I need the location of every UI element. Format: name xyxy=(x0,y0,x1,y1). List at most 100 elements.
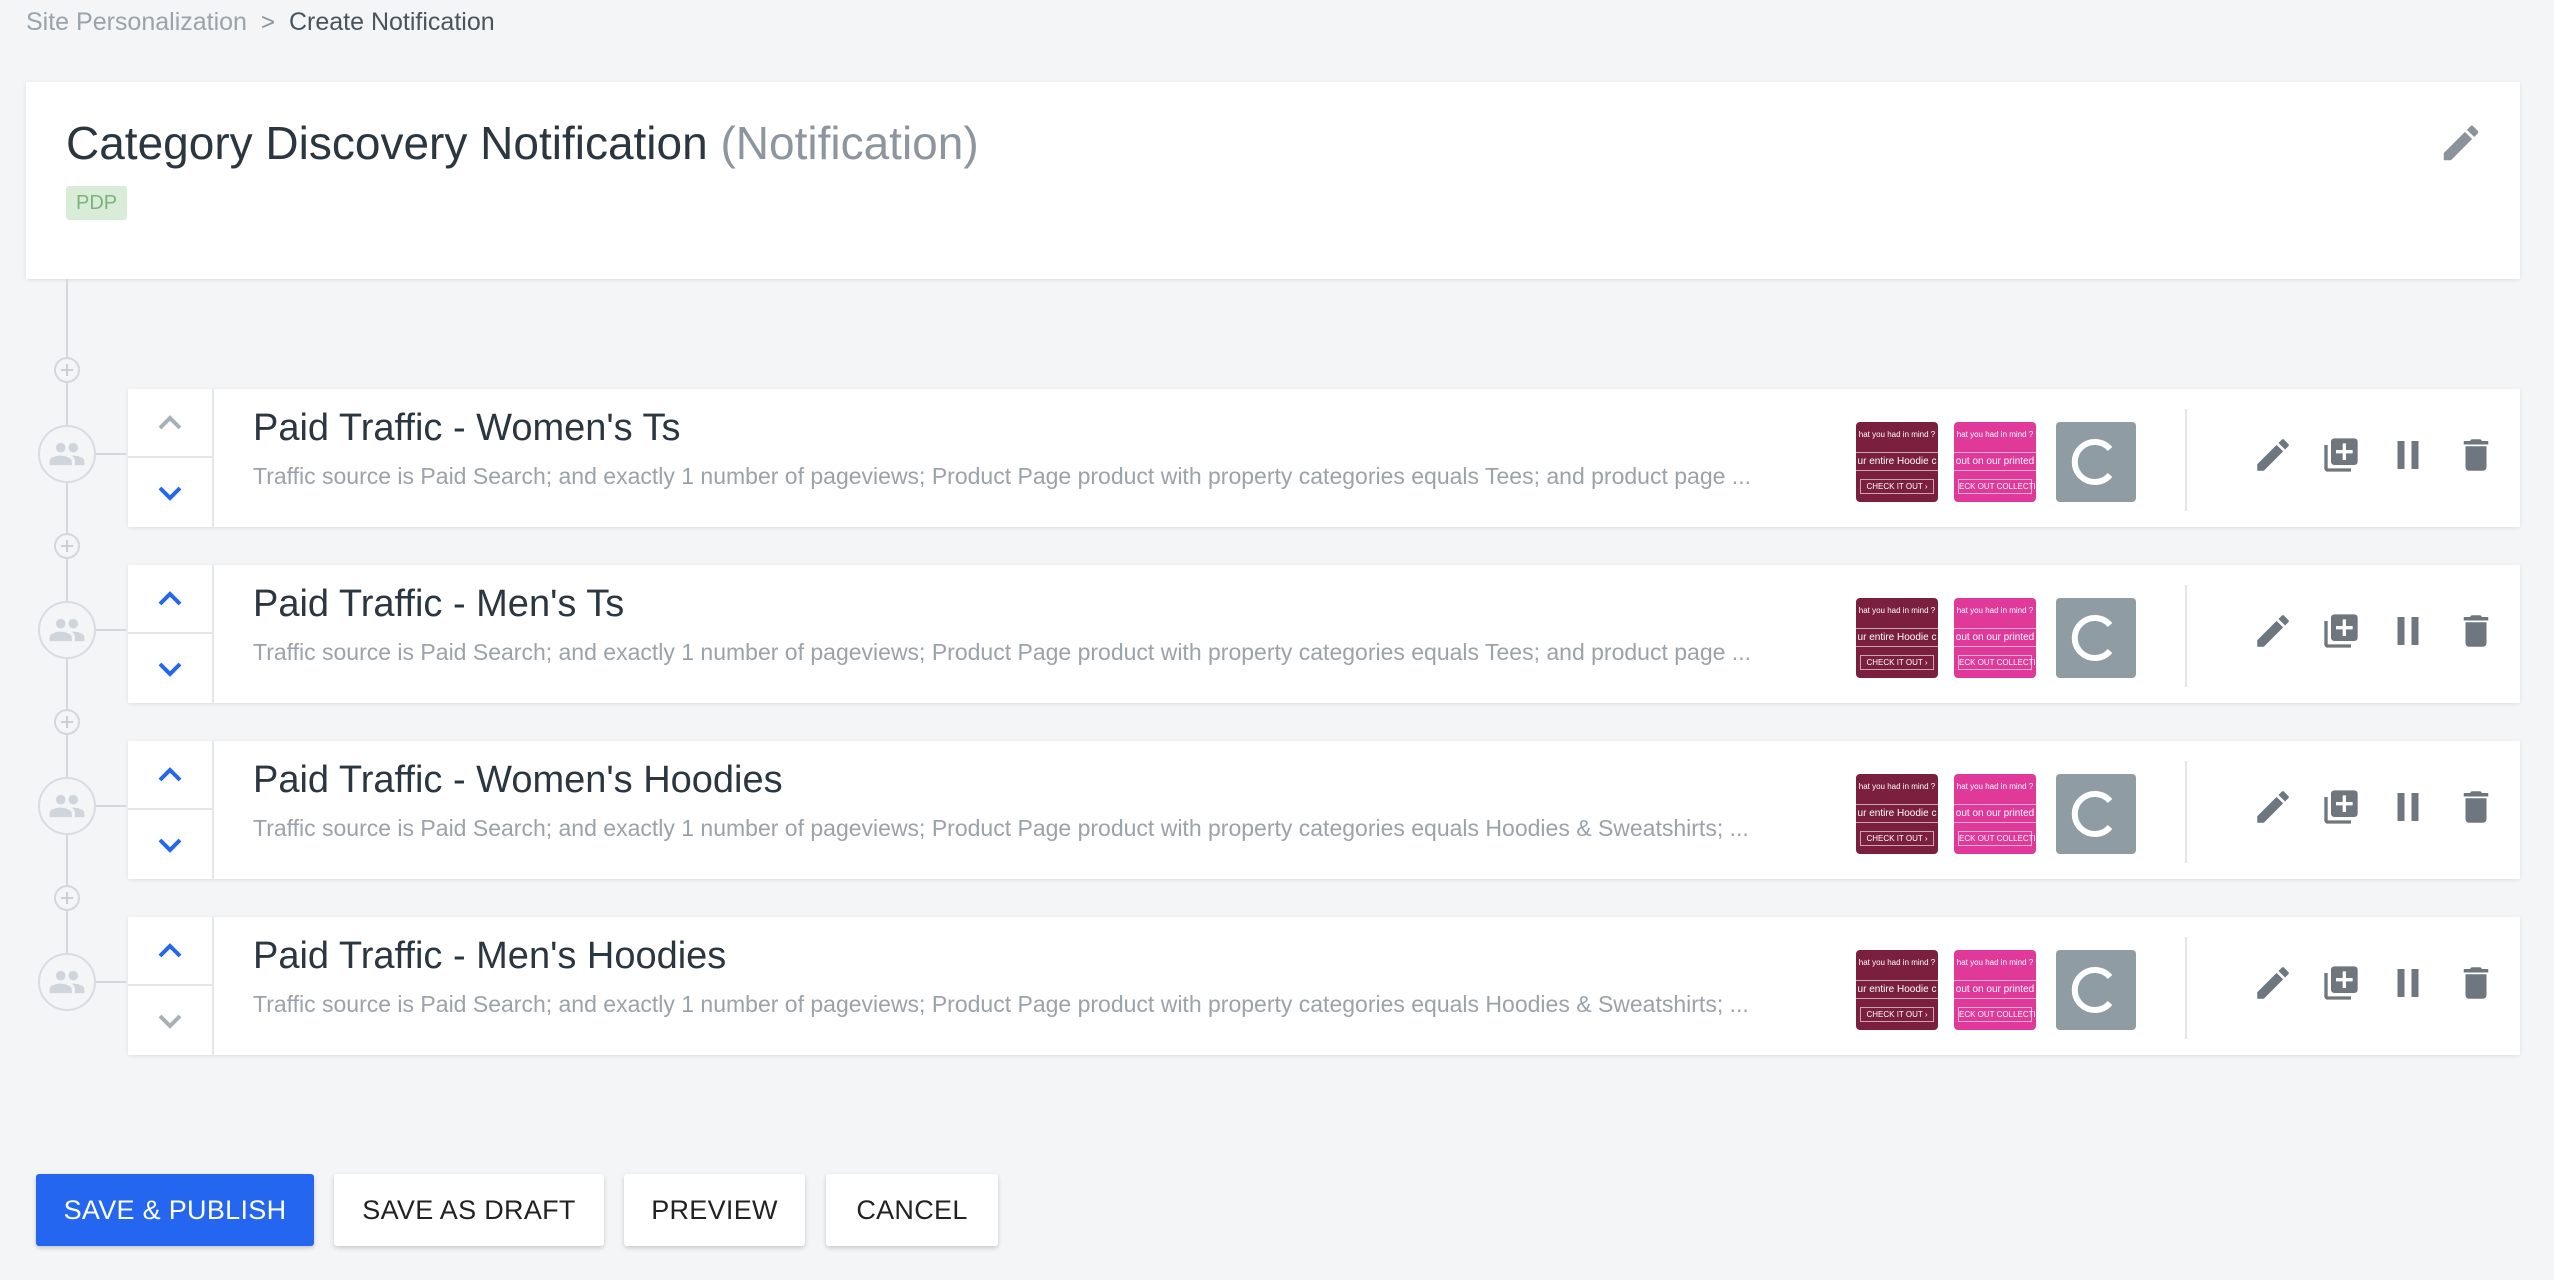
pause-rule-icon[interactable] xyxy=(2386,609,2430,653)
thumbnail-text: ur entire Hoodie c xyxy=(1856,804,1938,823)
delete-rule-icon[interactable] xyxy=(2454,433,2498,477)
thumbnail-text: out on our printed xyxy=(1954,980,2036,999)
rule-card[interactable]: Paid Traffic - Men's Hoodies Traffic sou… xyxy=(128,917,2520,1055)
thumbnail-text: hat you had in mind ? xyxy=(1858,430,1936,439)
thumbnail-text: ur entire Hoodie c xyxy=(1856,452,1938,471)
edit-notification-icon[interactable] xyxy=(2438,120,2484,166)
control-variation-c-icon[interactable] xyxy=(2056,774,2136,854)
add-rule-plus-icon[interactable] xyxy=(54,709,80,735)
save-as-draft-button[interactable]: SAVE AS DRAFT xyxy=(334,1174,604,1246)
control-variation-c-icon[interactable] xyxy=(2056,950,2136,1030)
delete-rule-icon[interactable] xyxy=(2454,609,2498,653)
move-up-button[interactable] xyxy=(128,565,212,634)
edit-rule-icon[interactable] xyxy=(2251,961,2295,1005)
edit-rule-icon[interactable] xyxy=(2251,433,2295,477)
add-rule-plus-icon[interactable] xyxy=(54,885,80,911)
notification-type-label: (Notification) xyxy=(720,117,979,169)
reorder-controls xyxy=(128,741,214,879)
rule-name: Paid Traffic - Men's Hoodies xyxy=(253,935,727,977)
variation-thumbnail-pink[interactable]: hat you had in mind ? out on our printed… xyxy=(1954,950,2036,1030)
breadcrumb: Site Personalization > Create Notificati… xyxy=(26,8,495,37)
pause-rule-icon[interactable] xyxy=(2386,961,2430,1005)
notification-header-card: Category Discovery Notification (Notific… xyxy=(26,82,2520,279)
rule-card[interactable]: Paid Traffic - Women's Ts Traffic source… xyxy=(128,389,2520,527)
thumbnail-text: ur entire Hoodie c xyxy=(1856,628,1938,647)
reorder-controls xyxy=(128,565,214,703)
duplicate-rule-icon[interactable] xyxy=(2319,785,2363,829)
duplicate-rule-icon[interactable] xyxy=(2319,433,2363,477)
move-down-button[interactable] xyxy=(128,634,212,703)
rule-conditions: Traffic source is Paid Search; and exact… xyxy=(253,639,1751,665)
variation-thumbnail-pink[interactable]: hat you had in mind ? out on our printed… xyxy=(1954,422,2036,502)
thumbnail-cta: CHECK IT OUT › xyxy=(1860,655,1934,670)
move-up-button[interactable] xyxy=(128,389,212,458)
variation-thumbnail-maroon[interactable]: hat you had in mind ? ur entire Hoodie c… xyxy=(1856,598,1938,678)
thumbnail-cta: CHECK IT OUT › xyxy=(1860,479,1934,494)
audience-users-icon xyxy=(38,777,96,835)
variation-thumbnail-maroon[interactable]: hat you had in mind ? ur entire Hoodie c… xyxy=(1856,422,1938,502)
duplicate-rule-icon[interactable] xyxy=(2319,961,2363,1005)
delete-rule-icon[interactable] xyxy=(2454,961,2498,1005)
reorder-controls xyxy=(128,389,214,527)
add-rule-plus-icon[interactable] xyxy=(54,357,80,383)
thumbnail-text: hat you had in mind ? xyxy=(1956,958,2034,967)
page-type-tag: PDP xyxy=(66,186,128,220)
card-divider xyxy=(2185,937,2187,1039)
breadcrumb-separator: > xyxy=(260,8,275,36)
rule-conditions: Traffic source is Paid Search; and exact… xyxy=(253,463,1751,489)
edit-rule-icon[interactable] xyxy=(2251,609,2295,653)
thumbnail-text: out on our printed xyxy=(1954,452,2036,471)
rule-name: Paid Traffic - Women's Ts xyxy=(253,407,681,449)
pause-rule-icon[interactable] xyxy=(2386,433,2430,477)
rule-name: Paid Traffic - Women's Hoodies xyxy=(253,759,783,801)
notification-name: Category Discovery Notification xyxy=(66,117,708,169)
thumbnail-cta: ECK OUT COLLECTIO xyxy=(1958,1007,2036,1022)
variation-thumbnail-maroon[interactable]: hat you had in mind ? ur entire Hoodie c… xyxy=(1856,950,1938,1030)
add-rule-plus-icon[interactable] xyxy=(54,533,80,559)
thumbnail-text: hat you had in mind ? xyxy=(1858,958,1936,967)
move-up-button[interactable] xyxy=(128,917,212,986)
rule-card[interactable]: Paid Traffic - Men's Ts Traffic source i… xyxy=(128,565,2520,703)
thumbnail-text: out on our printed xyxy=(1954,628,2036,647)
thumbnail-text: hat you had in mind ? xyxy=(1858,606,1936,615)
rule-conditions: Traffic source is Paid Search; and exact… xyxy=(253,991,1749,1017)
thumbnail-cta: ECK OUT COLLECTIO xyxy=(1958,655,2036,670)
card-divider xyxy=(2185,761,2187,863)
move-down-button[interactable] xyxy=(128,986,212,1055)
page-title: Category Discovery Notification (Notific… xyxy=(66,116,979,170)
variation-thumbnail-pink[interactable]: hat you had in mind ? out on our printed… xyxy=(1954,598,2036,678)
duplicate-rule-icon[interactable] xyxy=(2319,609,2363,653)
pause-rule-icon[interactable] xyxy=(2386,785,2430,829)
card-divider xyxy=(2185,585,2187,687)
audience-users-icon xyxy=(38,953,96,1011)
thumbnail-text: hat you had in mind ? xyxy=(1956,782,2034,791)
breadcrumb-current: Create Notification xyxy=(288,8,495,36)
thumbnail-cta: CHECK IT OUT › xyxy=(1860,831,1934,846)
cancel-button[interactable]: CANCEL xyxy=(826,1174,998,1246)
thumbnail-text: hat you had in mind ? xyxy=(1956,606,2034,615)
save-and-publish-button[interactable]: SAVE & PUBLISH xyxy=(36,1174,314,1246)
breadcrumb-link-site-personalization[interactable]: Site Personalization xyxy=(26,8,247,37)
card-divider xyxy=(2185,409,2187,511)
thumbnail-cta: ECK OUT COLLECTIO xyxy=(1958,479,2036,494)
control-variation-c-icon[interactable] xyxy=(2056,598,2136,678)
audience-users-icon xyxy=(38,425,96,483)
variation-thumbnail-maroon[interactable]: hat you had in mind ? ur entire Hoodie c… xyxy=(1856,774,1938,854)
thumbnail-text: hat you had in mind ? xyxy=(1956,430,2034,439)
rule-conditions: Traffic source is Paid Search; and exact… xyxy=(253,815,1749,841)
edit-rule-icon[interactable] xyxy=(2251,785,2295,829)
rule-card[interactable]: Paid Traffic - Women's Hoodies Traffic s… xyxy=(128,741,2520,879)
reorder-controls xyxy=(128,917,214,1055)
audience-users-icon xyxy=(38,601,96,659)
thumbnail-cta: ECK OUT COLLECTIO xyxy=(1958,831,2036,846)
preview-button[interactable]: PREVIEW xyxy=(624,1174,805,1246)
variation-thumbnail-pink[interactable]: hat you had in mind ? out on our printed… xyxy=(1954,774,2036,854)
delete-rule-icon[interactable] xyxy=(2454,785,2498,829)
control-variation-c-icon[interactable] xyxy=(2056,422,2136,502)
thumbnail-cta: CHECK IT OUT › xyxy=(1860,1007,1934,1022)
thumbnail-text: out on our printed xyxy=(1954,804,2036,823)
rule-name: Paid Traffic - Men's Ts xyxy=(253,583,625,625)
move-down-button[interactable] xyxy=(128,458,212,527)
move-up-button[interactable] xyxy=(128,741,212,810)
move-down-button[interactable] xyxy=(128,810,212,879)
